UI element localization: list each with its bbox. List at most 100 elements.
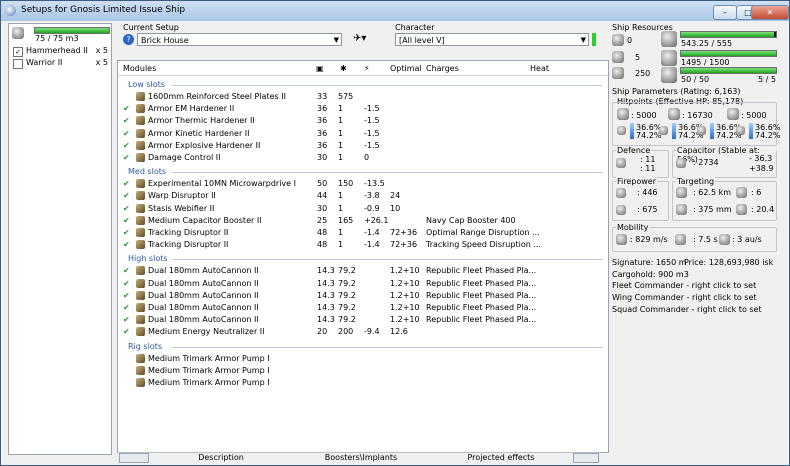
shield-hp-number: 5000 [636, 111, 657, 120]
power-bar-fill [681, 51, 776, 56]
module-row[interactable]: ✔ Dual 180mm AutoCannon II 14.3 79.2 1.2+10 R… [118, 302, 608, 314]
max-targets-icon [736, 187, 747, 198]
optimal-column-header[interactable]: Optimal [390, 63, 422, 75]
module-row[interactable]: Medium Trimark Armor Pump I [118, 365, 608, 377]
module-row[interactable]: ✔ Tracking Disruptor II 48 1 -1.4 72+36 Tracki… [118, 239, 608, 251]
module-row[interactable]: ✔ Experimental 10MN Microwarpdrive I 50 150… [118, 178, 608, 190]
module-active-check-icon[interactable]: ✔ [123, 103, 130, 115]
tab-boosters-implants[interactable]: Boosters\Implants [311, 452, 411, 464]
chevron-down-icon: ▼ [580, 36, 586, 44]
module-active-check-icon[interactable]: ✔ [123, 140, 130, 152]
minimize-button[interactable]: – [713, 5, 737, 20]
module-row[interactable]: Medium Trimark Armor Pump I [118, 353, 608, 365]
module-row[interactable]: Medium Trimark Armor Pump I [118, 377, 608, 389]
module-active-check-icon[interactable]: ✔ [123, 278, 130, 290]
module-active-check-icon[interactable]: ✔ [123, 302, 130, 314]
drone-bay-active-value: 5 / 5 [758, 75, 776, 84]
resist-type-icon [659, 126, 668, 135]
module-cpu: 14.3 [317, 290, 335, 300]
scan-resolution-icon [676, 204, 687, 215]
armor-icon [668, 108, 680, 120]
module-icon [136, 191, 145, 201]
charges-column-header[interactable]: Charges [426, 63, 459, 75]
module-power: 1 [338, 240, 344, 250]
fleet-commander[interactable]: Fleet Commander - right click to set [612, 281, 756, 290]
section-divider [172, 346, 602, 348]
character-status-indicator [592, 33, 596, 46]
module-row[interactable]: ✔ Dual 180mm AutoCannon II 14.3 79.2 1.2+10 R… [118, 290, 608, 302]
module-name: Dual 180mm AutoCannon II [148, 278, 259, 288]
module-active-check-icon[interactable]: ✔ [123, 203, 130, 215]
module-row[interactable]: ✔ Damage Control II 30 1 0 [118, 152, 608, 164]
module-row[interactable]: ✔ Armor Thermic Hardener II 36 1 -1.5 [118, 115, 608, 127]
module-optimal: 24 [390, 191, 401, 201]
help-icon[interactable]: ? [123, 34, 134, 45]
tab-projected-effects[interactable]: Projected effects [453, 452, 549, 464]
tools-menu-icon[interactable]: ✈▾ [353, 33, 366, 44]
module-power: 1 [338, 104, 344, 114]
tab-scroll-right-button[interactable] [573, 453, 599, 463]
tab-description[interactable]: Description [181, 452, 261, 464]
module-row[interactable]: ✔ Medium Capacitor Booster II 25 165 +26.1 Na… [118, 215, 608, 227]
module-cpu: 30 [317, 153, 328, 162]
drone-item[interactable]: ✓ Hammerhead II x 5 [13, 46, 108, 57]
module-capacitor: -9.4 [364, 327, 380, 337]
module-name: Medium Capacitor Booster II [148, 215, 262, 225]
module-row[interactable]: ✔ Armor Kinetic Hardener II 36 1 -1.5 [118, 128, 608, 140]
resist-cell: 36.6% 74.2% [736, 123, 780, 141]
module-active-check-icon[interactable]: ✔ [123, 239, 130, 251]
module-row[interactable]: ✔ Armor Explosive Hardener II 36 1 -1.5 [118, 140, 608, 152]
module-name: Medium Energy Neutralizer II [148, 327, 265, 337]
module-row[interactable]: ✔ Warp Disruptor II 44 1 -3.8 24 [118, 190, 608, 202]
resist-bar [710, 123, 714, 139]
module-row[interactable]: ✔ Armor EM Hardener II 36 1 -1.5 [118, 103, 608, 115]
squad-commander[interactable]: Squad Commander - right click to set [612, 305, 762, 314]
drone-checkbox[interactable] [13, 59, 23, 69]
slot-section-title: Rig slots [128, 341, 162, 351]
section-divider [172, 172, 602, 174]
defence-value-1: : 11 [640, 155, 656, 164]
cargo-bar-fill [35, 28, 109, 33]
module-charges: Republic Fleet Phased Pla... [426, 278, 537, 288]
modules-column-header[interactable]: Modules [123, 63, 156, 75]
close-button[interactable]: ✕ [751, 5, 789, 20]
modules-header: Modules ▣ ✱ ⚡ Optimal Charges Heat [118, 63, 608, 75]
module-active-check-icon[interactable]: ✔ [123, 115, 130, 127]
module-active-check-icon[interactable]: ✔ [123, 128, 130, 140]
character-dropdown[interactable]: [All level V] ▼ [395, 33, 589, 46]
power-bar [680, 50, 777, 57]
turret-hardpoint-icon [612, 34, 624, 46]
sensor-strength-icon [736, 204, 747, 215]
wing-commander[interactable]: Wing Commander - right click to set [612, 293, 757, 302]
module-row[interactable]: ✔ Dual 180mm AutoCannon II 14.3 79.2 1.2+10 R… [118, 278, 608, 290]
module-cpu: 25 [317, 215, 328, 225]
module-active-check-icon[interactable]: ✔ [123, 227, 130, 239]
module-active-check-icon[interactable]: ✔ [123, 265, 130, 277]
module-active-check-icon[interactable]: ✔ [123, 314, 130, 326]
module-active-check-icon[interactable]: ✔ [123, 290, 130, 302]
module-row[interactable]: ✔ Dual 180mm AutoCannon II 14.3 79.2 1.2+10 R… [118, 265, 608, 277]
module-row[interactable]: ✔ Medium Energy Neutralizer II 20 200 -9.4 12… [118, 326, 608, 338]
armor-hp-number: 16730 [687, 111, 713, 120]
module-active-check-icon[interactable]: ✔ [123, 152, 130, 164]
module-power: 79.2 [338, 315, 356, 325]
heat-column-header[interactable]: Heat [530, 63, 549, 75]
module-power: 1 [338, 153, 344, 162]
module-active-check-icon[interactable]: ✔ [123, 190, 130, 202]
module-power: 1 [338, 116, 344, 126]
module-row[interactable]: ✔ Tracking Disruptor II 48 1 -1.4 72+36 Optima… [118, 227, 608, 239]
module-active-check-icon[interactable]: ✔ [123, 326, 130, 338]
warp-speed-icon [719, 234, 730, 245]
module-row[interactable]: ✔ Stasis Webifier II 30 1 -0.9 10 [118, 203, 608, 215]
drone-item[interactable]: Warrior II x 5 [13, 58, 108, 69]
module-row[interactable]: 1600mm Reinforced Steel Plates II 33 575 [118, 91, 608, 103]
module-name: Dual 180mm AutoCannon II [148, 266, 259, 276]
module-icon [136, 104, 145, 114]
tab-scroll-left-button[interactable] [119, 453, 149, 463]
drone-checkbox[interactable]: ✓ [13, 47, 23, 57]
setup-dropdown[interactable]: Brick House ▼ [137, 33, 342, 46]
module-row[interactable]: ✔ Dual 180mm AutoCannon II 14.3 79.2 1.2+10 R… [118, 314, 608, 326]
module-icon [136, 353, 145, 363]
module-active-check-icon[interactable]: ✔ [123, 178, 130, 190]
module-active-check-icon[interactable]: ✔ [123, 215, 130, 227]
